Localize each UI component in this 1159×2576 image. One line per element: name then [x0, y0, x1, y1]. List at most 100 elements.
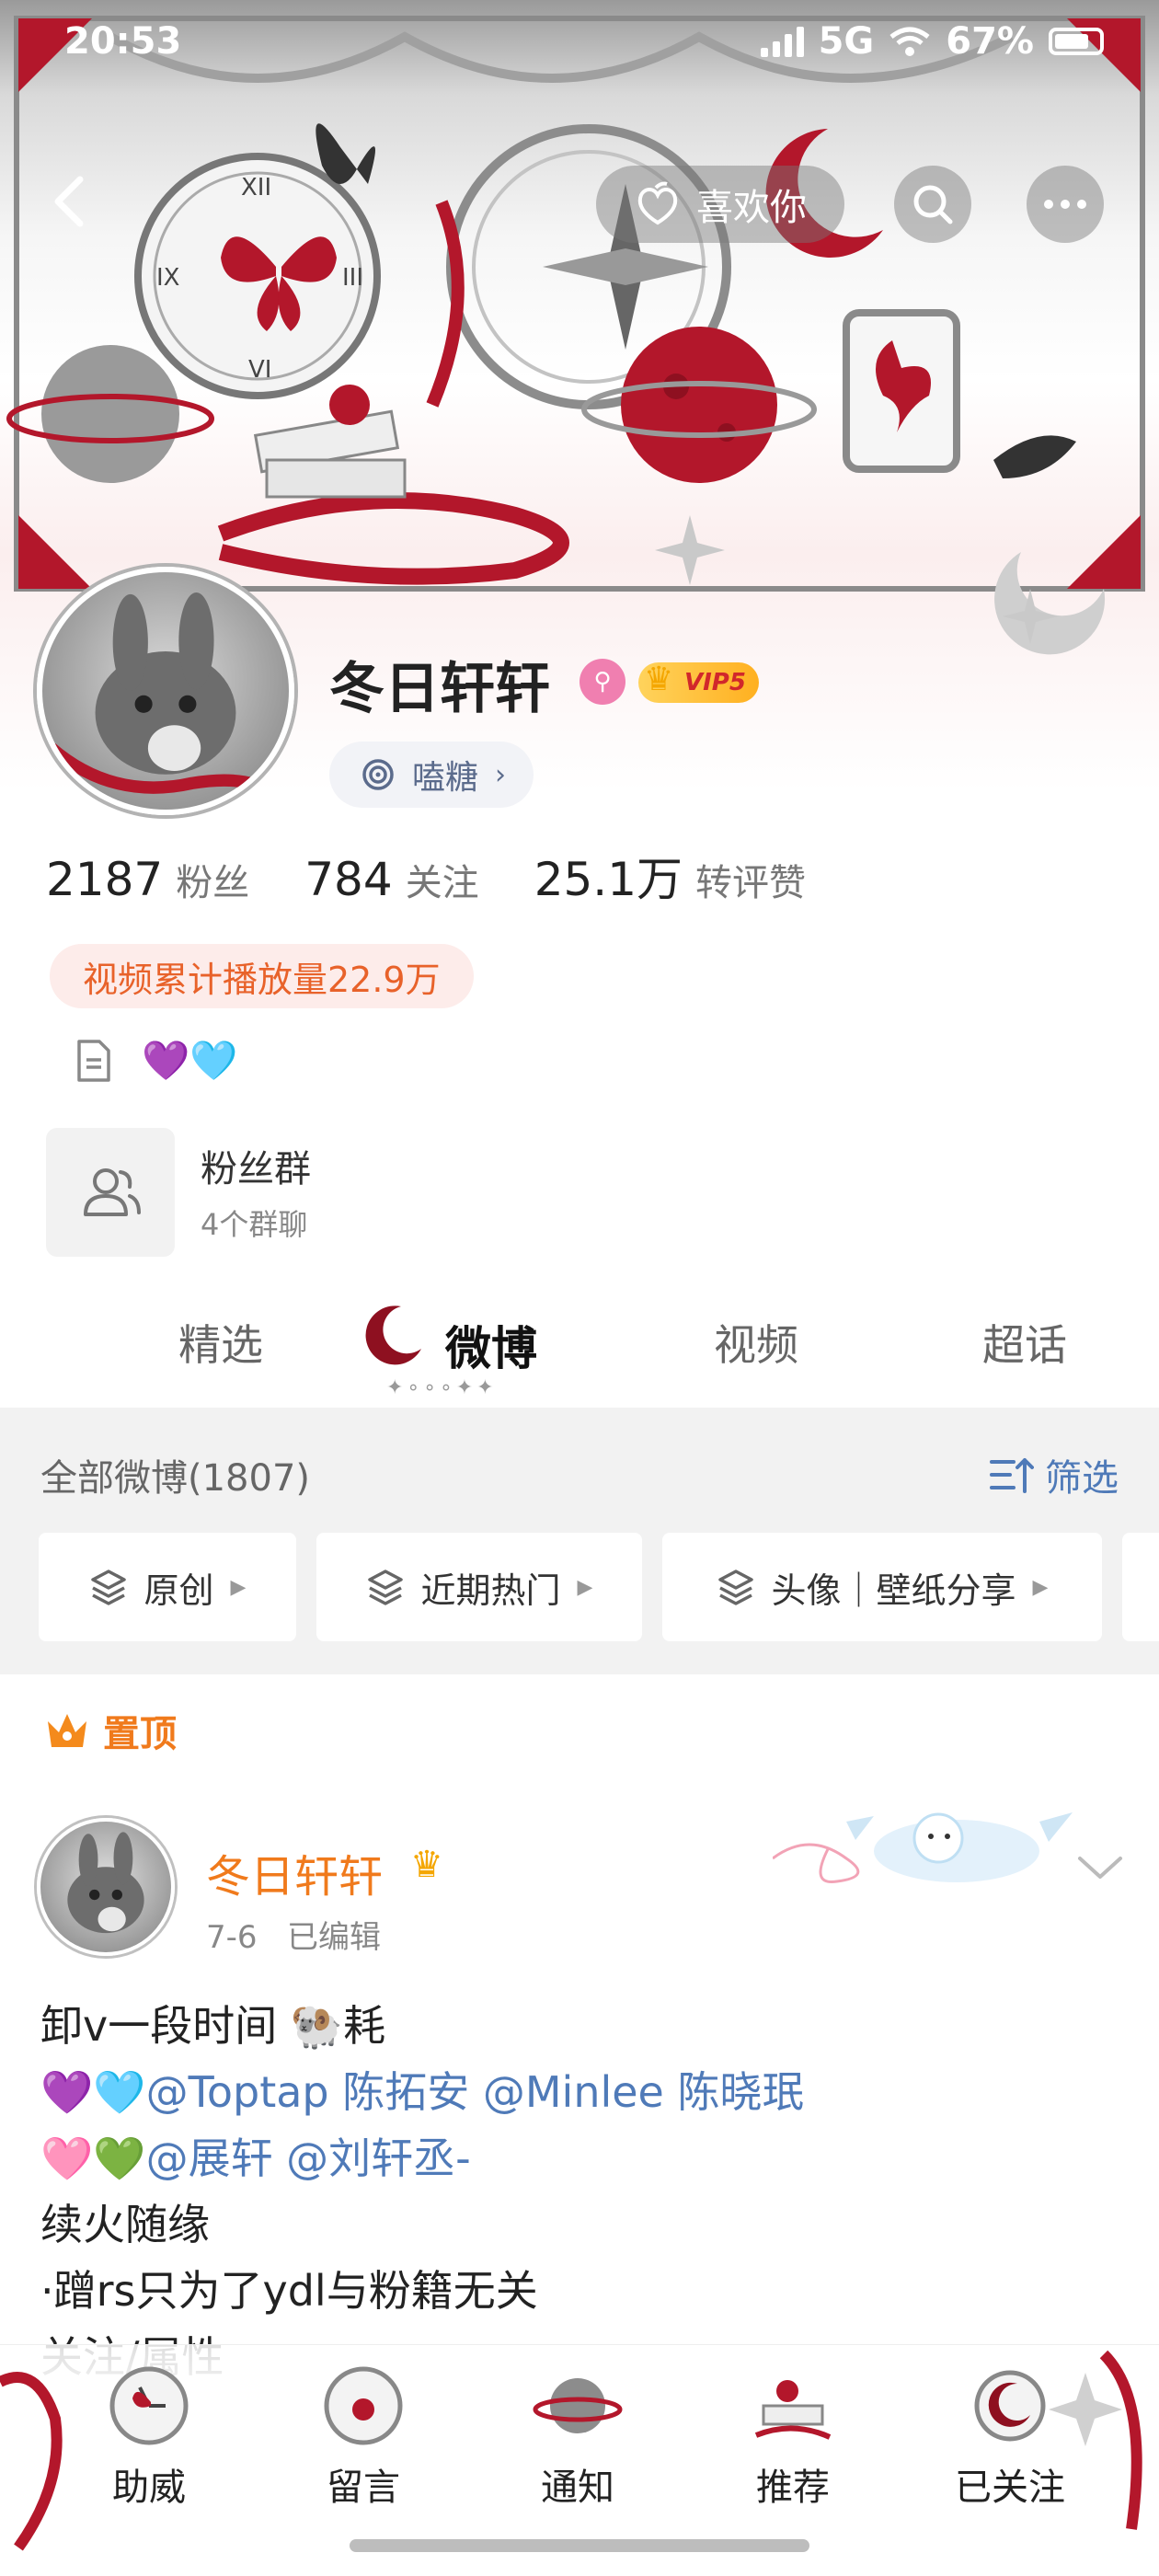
all-posts-count: 全部微博(1807): [40, 1457, 311, 1500]
stat-number: 2187: [46, 853, 164, 906]
caret-right-icon: ▶: [230, 1575, 247, 1599]
post-line: 卸v一段时间 🐏耗: [40, 1993, 1126, 2059]
status-bar: 20:53 5G 67%: [0, 0, 1159, 83]
document-icon: [77, 1040, 110, 1082]
pinned-label-row: 置顶: [44, 1704, 177, 1757]
svg-text:IX: IX: [156, 264, 179, 292]
peach-heart-icon: [637, 181, 678, 225]
svg-text:VI: VI: [248, 356, 271, 384]
chip-overflow[interactable]: [1122, 1533, 1159, 1641]
home-indicator[interactable]: [350, 2539, 809, 2552]
tab-super-topic[interactable]: 超话: [982, 1312, 1067, 1373]
fan-badge-icon[interactable]: ⚲: [580, 659, 625, 705]
post-line: ·蹭rs只为了ydl与粉籍无关: [40, 2258, 1126, 2324]
post-line: 续火随缘: [40, 2191, 1126, 2258]
more-button[interactable]: [1027, 166, 1104, 243]
post-text: 🩷💚: [40, 2133, 146, 2183]
stat-interactions[interactable]: 25.1万 转评赞: [534, 843, 806, 909]
bottom-followed-button[interactable]: 已关注: [918, 2345, 1102, 2511]
post-line: 🩷💚@展轩 @刘轩丞-: [40, 2125, 1126, 2191]
post-edited: 已编辑: [286, 1919, 381, 1956]
bottom-notify-button[interactable]: 通知: [486, 2345, 670, 2511]
spiral-icon: [362, 759, 394, 790]
group-icon: [84, 1168, 141, 1216]
back-button[interactable]: [37, 169, 101, 234]
crown-icon: ♛: [644, 661, 674, 698]
post-text: 卸v一段时间 🐏耗: [40, 2001, 386, 2051]
chip-original[interactable]: 原创 ▶: [39, 1533, 296, 1641]
bottom-label: 助威: [112, 2467, 186, 2509]
stat-label: 粉丝: [176, 862, 250, 904]
battery-icon: [1049, 28, 1104, 55]
crown-icon: [48, 1714, 86, 1747]
profile-name: 冬日轩轩: [329, 657, 550, 721]
status-time: 20:53: [64, 20, 182, 63]
mention-link[interactable]: @展轩 @刘轩丞-: [146, 2133, 471, 2183]
svg-text:III: III: [342, 264, 363, 292]
wifi-icon: [889, 27, 930, 56]
tab-active-decoration: ✦∘∘∘✦✦: [386, 1376, 498, 1399]
profile-tabs: 精选 微博 ✦∘∘∘✦✦ 视频 超话: [0, 1288, 1159, 1408]
group-title: 粉丝群: [201, 1148, 311, 1190]
search-button[interactable]: [894, 166, 971, 243]
group-subtitle: 4个群聊: [201, 1207, 308, 1242]
cloud-plane-decoration: [773, 1812, 1073, 1884]
bio-row: 💜🩵: [74, 1038, 238, 1084]
like-you-button[interactable]: 喜欢你: [596, 166, 844, 243]
video-play-count[interactable]: 视频累计播放量22.9万: [50, 944, 474, 1008]
clock-icon: [324, 2366, 403, 2445]
caret-right-icon: ▶: [1032, 1575, 1049, 1599]
vip-level: VIP5: [684, 669, 746, 696]
stat-following[interactable]: 784 关注: [304, 853, 478, 906]
bottom-label: 留言: [327, 2467, 400, 2509]
bottom-label: 已关注: [955, 2467, 1065, 2509]
chevron-down-icon[interactable]: [1073, 1849, 1128, 1886]
filter-button[interactable]: 筛选: [988, 1448, 1119, 1501]
caret-right-icon: ▶: [577, 1575, 593, 1599]
post-date: 7-6: [206, 1919, 258, 1956]
network-label: 5G: [818, 20, 875, 63]
vip-badge[interactable]: ♛ VIP5: [638, 661, 759, 703]
fan-group-card[interactable]: 粉丝群 4个群聊: [46, 1128, 874, 1257]
filter-label: 筛选: [1045, 1457, 1119, 1500]
bunny-avatar-art: [47, 592, 275, 798]
tab-weibo[interactable]: 微博: [445, 1312, 537, 1378]
tag-pill[interactable]: 嗑糖 ›: [329, 742, 534, 808]
chip-avatar-wallpaper[interactable]: 头像｜壁纸分享 ▶: [662, 1533, 1102, 1641]
member-crown-icon: ♛: [410, 1844, 443, 1886]
chip-label: 原创: [143, 1570, 214, 1611]
post-meta: 7-6 已编辑: [206, 1912, 381, 1957]
chip-label: 近期热门: [420, 1570, 561, 1611]
crescent-moon-icon: [365, 1305, 421, 1365]
chevron-right-icon: ›: [495, 758, 507, 791]
bottom-label: 推荐: [756, 2467, 830, 2509]
group-icon-box: [46, 1128, 175, 1257]
post-line: 💜🩵@Toptap 陈拓安 @Minlee 陈晓珉: [40, 2059, 1126, 2125]
search-icon: [913, 185, 953, 224]
clock-icon: [109, 2366, 189, 2445]
layers-icon: [90, 1570, 126, 1605]
chevron-left-icon: [54, 176, 84, 227]
profile-stats: 2187 粉丝 784 关注 25.1万 转评赞: [46, 843, 806, 909]
stat-number: 25.1万: [534, 853, 683, 906]
moon-frame-icon: [974, 2370, 1046, 2442]
tab-video[interactable]: 视频: [714, 1312, 798, 1373]
bunny-avatar-art: [67, 1832, 144, 1934]
post-author-name[interactable]: 冬日轩轩: [206, 1840, 383, 1904]
mention-link[interactable]: @Toptap 陈拓安 @Minlee 陈晓珉: [146, 2067, 805, 2117]
post-text: ·蹭rs只为了ydl与粉籍无关: [40, 2266, 538, 2316]
post-author-avatar[interactable]: [37, 1818, 175, 1956]
chip-recent-hot[interactable]: 近期热门 ▶: [316, 1533, 642, 1641]
profile-avatar[interactable]: [37, 567, 294, 815]
layers-icon: [367, 1570, 403, 1605]
battery-percent: 67%: [946, 20, 1034, 63]
bottom-cheer-button[interactable]: 助威: [57, 2345, 241, 2511]
bottom-recommend-button[interactable]: 推荐: [701, 2345, 885, 2511]
tab-featured[interactable]: 精选: [178, 1312, 263, 1373]
tag-label: 嗑糖: [412, 759, 479, 797]
bio-text: 💜🩵: [142, 1038, 238, 1083]
stat-followers[interactable]: 2187 粉丝: [46, 853, 249, 906]
bottom-message-button[interactable]: 留言: [271, 2345, 455, 2511]
more-dots-icon: [1044, 200, 1086, 209]
post-text: 续火随缘: [40, 2200, 210, 2249]
